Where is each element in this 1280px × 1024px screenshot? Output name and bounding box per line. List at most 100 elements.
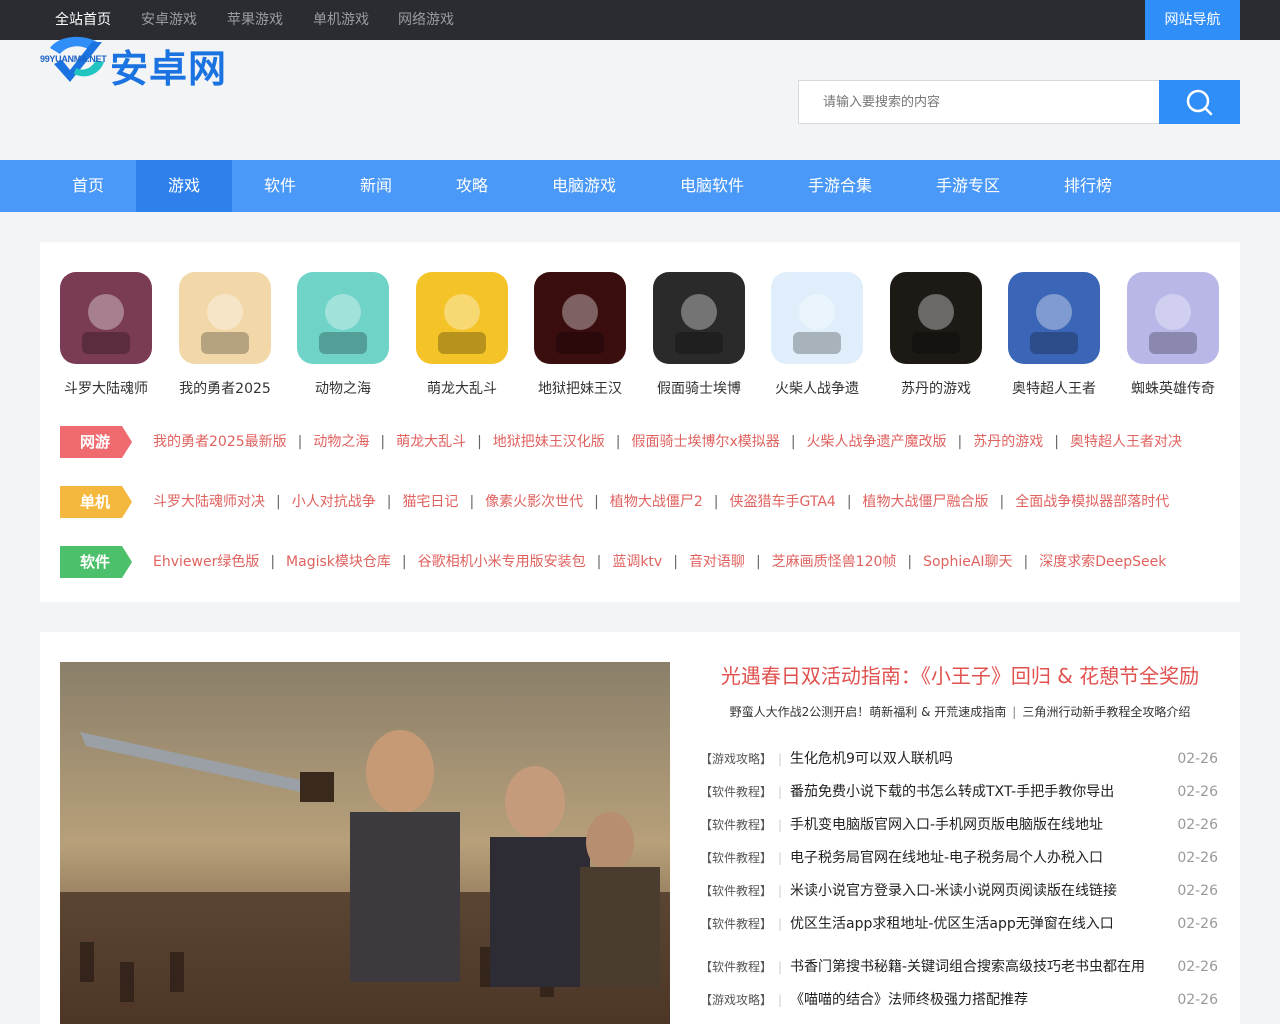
news-title[interactable]: 番茄免费小说下载的书怎么转成TXT-手把手教你导出: [790, 780, 1114, 804]
link-separator: |: [297, 434, 303, 450]
site-nav-button[interactable]: 网站导航: [1145, 0, 1240, 43]
tag-link[interactable]: 猫宅日记: [402, 494, 458, 510]
nav-item-home[interactable]: 首页: [40, 160, 136, 212]
sub-headline-link[interactable]: 三角洲行动新手教程全攻略介绍: [1022, 705, 1190, 719]
nav-item-game-collections[interactable]: 手游合集: [776, 160, 904, 212]
game-item[interactable]: 火柴人战争遗: [771, 272, 863, 397]
tag-link[interactable]: 谷歌相机小米专用版安装包: [418, 554, 586, 570]
game-item[interactable]: 动物之海: [297, 272, 389, 397]
tag-link[interactable]: 侠盗猎车手GTA4: [730, 494, 836, 510]
game-item[interactable]: 萌龙大乱斗: [416, 272, 508, 397]
game-name[interactable]: 火柴人战争遗: [751, 378, 883, 398]
nav-item-pc-software[interactable]: 电脑软件: [648, 160, 776, 212]
game-name[interactable]: 萌龙大乱斗: [396, 378, 528, 398]
game-name[interactable]: 奥特超人王者: [988, 378, 1120, 398]
news-title[interactable]: 手机变电脑版官网入口-手机网页版电脑版在线地址: [790, 813, 1103, 837]
sub-headline-link[interactable]: 野蛮人大作战2公测开启！萌新福利 & 开荒速成指南: [730, 705, 1007, 719]
game-name[interactable]: 假面骑士埃博: [633, 378, 765, 398]
news-item[interactable]: 【软件教程】 | 书香门第搜书秘籍-关键词组合搜索高级技巧老书虫都在用 02-26: [700, 955, 1220, 979]
game-item[interactable]: 我的勇者2025: [179, 272, 271, 397]
game-item[interactable]: 地狱把妹王汉: [534, 272, 626, 397]
search-button[interactable]: [1159, 80, 1240, 124]
news-item[interactable]: 【软件教程】 | 优区生活app求租地址-优区生活app无弹窗在线入口 02-26: [700, 912, 1220, 936]
game-name[interactable]: 斗罗大陆魂师: [40, 378, 172, 398]
tag-link[interactable]: 像素火影次世代: [485, 494, 583, 510]
logo-name: 安卓网: [110, 47, 228, 91]
news-category[interactable]: 【软件教程】: [700, 955, 772, 979]
tag-link[interactable]: 动物之海: [313, 434, 369, 450]
tag-link[interactable]: 我的勇者2025最新版: [153, 434, 287, 450]
news-category[interactable]: 【游戏攻略】: [700, 747, 772, 771]
search-input[interactable]: [799, 81, 1160, 123]
tag-link[interactable]: Magisk模块仓库: [286, 554, 391, 570]
tag-link[interactable]: 萌龙大乱斗: [396, 434, 466, 450]
top-link-online-games[interactable]: 网络游戏: [398, 0, 454, 40]
game-name[interactable]: 蜘蛛英雄传奇: [1107, 378, 1239, 398]
nav-item-software[interactable]: 软件: [232, 160, 328, 212]
tag-link[interactable]: 植物大战僵尸融合版: [863, 494, 989, 510]
game-name[interactable]: 动物之海: [277, 378, 409, 398]
tag-link[interactable]: 蓝调ktv: [612, 554, 662, 570]
nav-item-news[interactable]: 新闻: [328, 160, 424, 212]
news-item[interactable]: 【游戏攻略】 | 《喵喵的结合》法师终极强力搭配推荐 02-26: [700, 988, 1220, 1012]
tag-link[interactable]: 音对语聊: [689, 554, 745, 570]
news-title[interactable]: 生化危机9可以双人联机吗: [790, 747, 953, 771]
game-item[interactable]: 蜘蛛英雄传奇: [1127, 272, 1219, 397]
news-category[interactable]: 【软件教程】: [700, 879, 772, 903]
news-title[interactable]: 米读小说官方登录入口-米读小说网页阅读版在线链接: [790, 879, 1117, 903]
tag-link[interactable]: 斗罗大陆魂师对决: [153, 494, 265, 510]
news-title[interactable]: 书香门第搜书秘籍-关键词组合搜索高级技巧老书虫都在用: [790, 955, 1145, 979]
tag-link[interactable]: 植物大战僵尸2: [610, 494, 703, 510]
site-logo[interactable]: 99YUANMA.NET 安卓网: [40, 34, 240, 91]
headline-link[interactable]: 光遇春日双活动指南：《小王子》回归 & 花憩节全奖励: [690, 660, 1230, 689]
news-category[interactable]: 【软件教程】: [700, 912, 772, 936]
news-category[interactable]: 【软件教程】: [700, 846, 772, 870]
nav-item-guides[interactable]: 攻略: [424, 160, 520, 212]
game-name[interactable]: 苏丹的游戏: [870, 378, 1002, 398]
search-box: [798, 80, 1160, 124]
news-title[interactable]: 电子税务局官网在线地址-电子税务局个人办税入口: [790, 846, 1103, 870]
tag-online-games[interactable]: 网游: [60, 426, 132, 458]
link-separator: |: [270, 554, 276, 570]
news-title[interactable]: 优区生活app求租地址-优区生活app无弹窗在线入口: [790, 912, 1114, 936]
tag-link[interactable]: 全面战争模拟器部落时代: [1015, 494, 1169, 510]
news-item[interactable]: 【软件教程】 | 电子税务局官网在线地址-电子税务局个人办税入口 02-26: [700, 846, 1220, 870]
tag-link[interactable]: Ehviewer绿色版: [153, 554, 259, 570]
link-separator: |: [907, 554, 913, 570]
tag-single-games[interactable]: 单机: [60, 486, 132, 518]
game-item[interactable]: 斗罗大陆魂师: [60, 272, 152, 397]
news-category[interactable]: 【软件教程】: [700, 780, 772, 804]
game-item[interactable]: 假面骑士埃博: [653, 272, 745, 397]
news-category[interactable]: 【游戏攻略】: [700, 988, 772, 1012]
game-name[interactable]: 地狱把妹王汉: [514, 378, 646, 398]
tag-link[interactable]: 小人对抗战争: [292, 494, 376, 510]
tag-link[interactable]: 苏丹的游戏: [973, 434, 1043, 450]
nav-item-rankings[interactable]: 排行榜: [1032, 160, 1144, 212]
news-item[interactable]: 【软件教程】 | 手机变电脑版官网入口-手机网页版电脑版在线地址 02-26: [700, 813, 1220, 837]
tag-link[interactable]: 地狱把妹王汉化版: [493, 434, 605, 450]
news-category[interactable]: 【软件教程】: [700, 813, 772, 837]
link-separator: |: [594, 494, 599, 510]
tag-software[interactable]: 软件: [60, 546, 132, 578]
nav-item-game-zone[interactable]: 手游专区: [904, 160, 1032, 212]
game-item[interactable]: 苏丹的游戏: [890, 272, 982, 397]
news-title[interactable]: 《喵喵的结合》法师终极强力搭配推荐: [790, 988, 1028, 1012]
kamen-rider-game-icon: [653, 272, 745, 364]
tag-link[interactable]: 奥特超人王者对决: [1070, 434, 1182, 450]
link-separator: |: [615, 434, 621, 450]
top-link-single-games[interactable]: 单机游戏: [313, 0, 369, 40]
game-item[interactable]: 奥特超人王者: [1008, 272, 1100, 397]
news-item[interactable]: 【软件教程】 | 米读小说官方登录入口-米读小说网页阅读版在线链接 02-26: [700, 879, 1220, 903]
tag-link[interactable]: 芝麻画质怪兽120帧: [772, 554, 897, 570]
news-item[interactable]: 【软件教程】 | 番茄免费小说下载的书怎么转成TXT-手把手教你导出 02-26: [700, 780, 1220, 804]
game-name[interactable]: 我的勇者2025: [159, 378, 291, 398]
tag-link[interactable]: 假面骑士埃博尔x模拟器: [632, 434, 780, 450]
nav-item-pc-games[interactable]: 电脑游戏: [520, 160, 648, 212]
tag-link[interactable]: 深度求索DeepSeek: [1039, 554, 1166, 570]
news-date: 02-26: [1177, 883, 1218, 899]
featured-banner-image[interactable]: [60, 662, 670, 1024]
nav-item-games[interactable]: 游戏: [136, 160, 232, 212]
tag-link[interactable]: SophieAI聊天: [923, 554, 1012, 570]
news-item[interactable]: 【游戏攻略】 | 生化危机9可以双人联机吗 02-26: [700, 747, 1220, 771]
tag-link[interactable]: 火柴人战争遗产魔改版: [807, 434, 947, 450]
